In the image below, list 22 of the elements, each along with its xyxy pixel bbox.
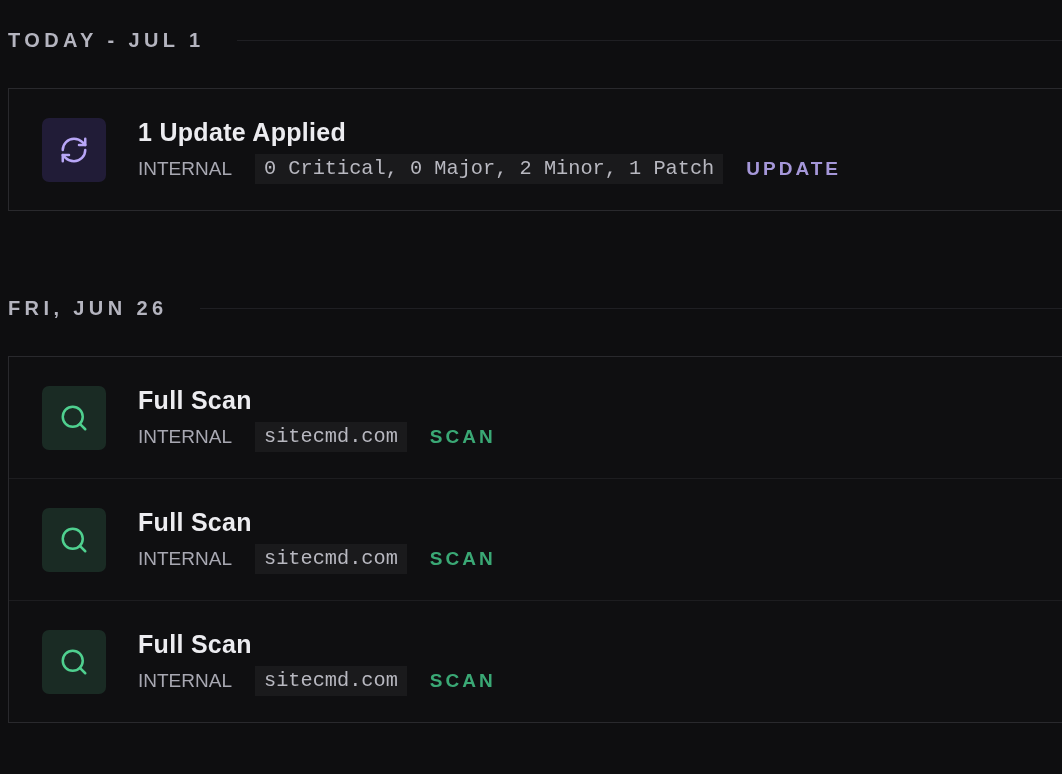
event-source: INTERNAL bbox=[138, 546, 232, 571]
event-title: 1 Update Applied bbox=[138, 117, 347, 146]
event-detail: sitecmd.com bbox=[254, 665, 407, 696]
event-type-label: SCAN bbox=[429, 668, 496, 693]
event-type-label: SCAN bbox=[429, 424, 496, 449]
event-title: Full Scan bbox=[138, 629, 252, 658]
date-heading: FRI, JUN 26 bbox=[8, 296, 168, 321]
event-source: INTERNAL bbox=[138, 668, 232, 693]
event-detail: 0 Critical, 0 Major, 2 Minor, 1 Patch bbox=[254, 153, 724, 184]
event-detail: sitecmd.com bbox=[254, 421, 407, 452]
event-type-label: UPDATE bbox=[746, 156, 841, 181]
event-source: INTERNAL bbox=[138, 424, 232, 449]
refresh-icon bbox=[42, 117, 106, 182]
event-title: Full Scan bbox=[138, 385, 252, 414]
event-detail: sitecmd.com bbox=[254, 543, 407, 574]
search-icon bbox=[42, 629, 106, 694]
event-title: Full Scan bbox=[138, 507, 252, 536]
search-icon bbox=[42, 507, 106, 572]
event-source: INTERNAL bbox=[138, 156, 232, 181]
date-heading: TODAY - JUL 1 bbox=[8, 28, 205, 53]
search-icon bbox=[42, 385, 106, 450]
event-type-label: SCAN bbox=[429, 546, 496, 571]
